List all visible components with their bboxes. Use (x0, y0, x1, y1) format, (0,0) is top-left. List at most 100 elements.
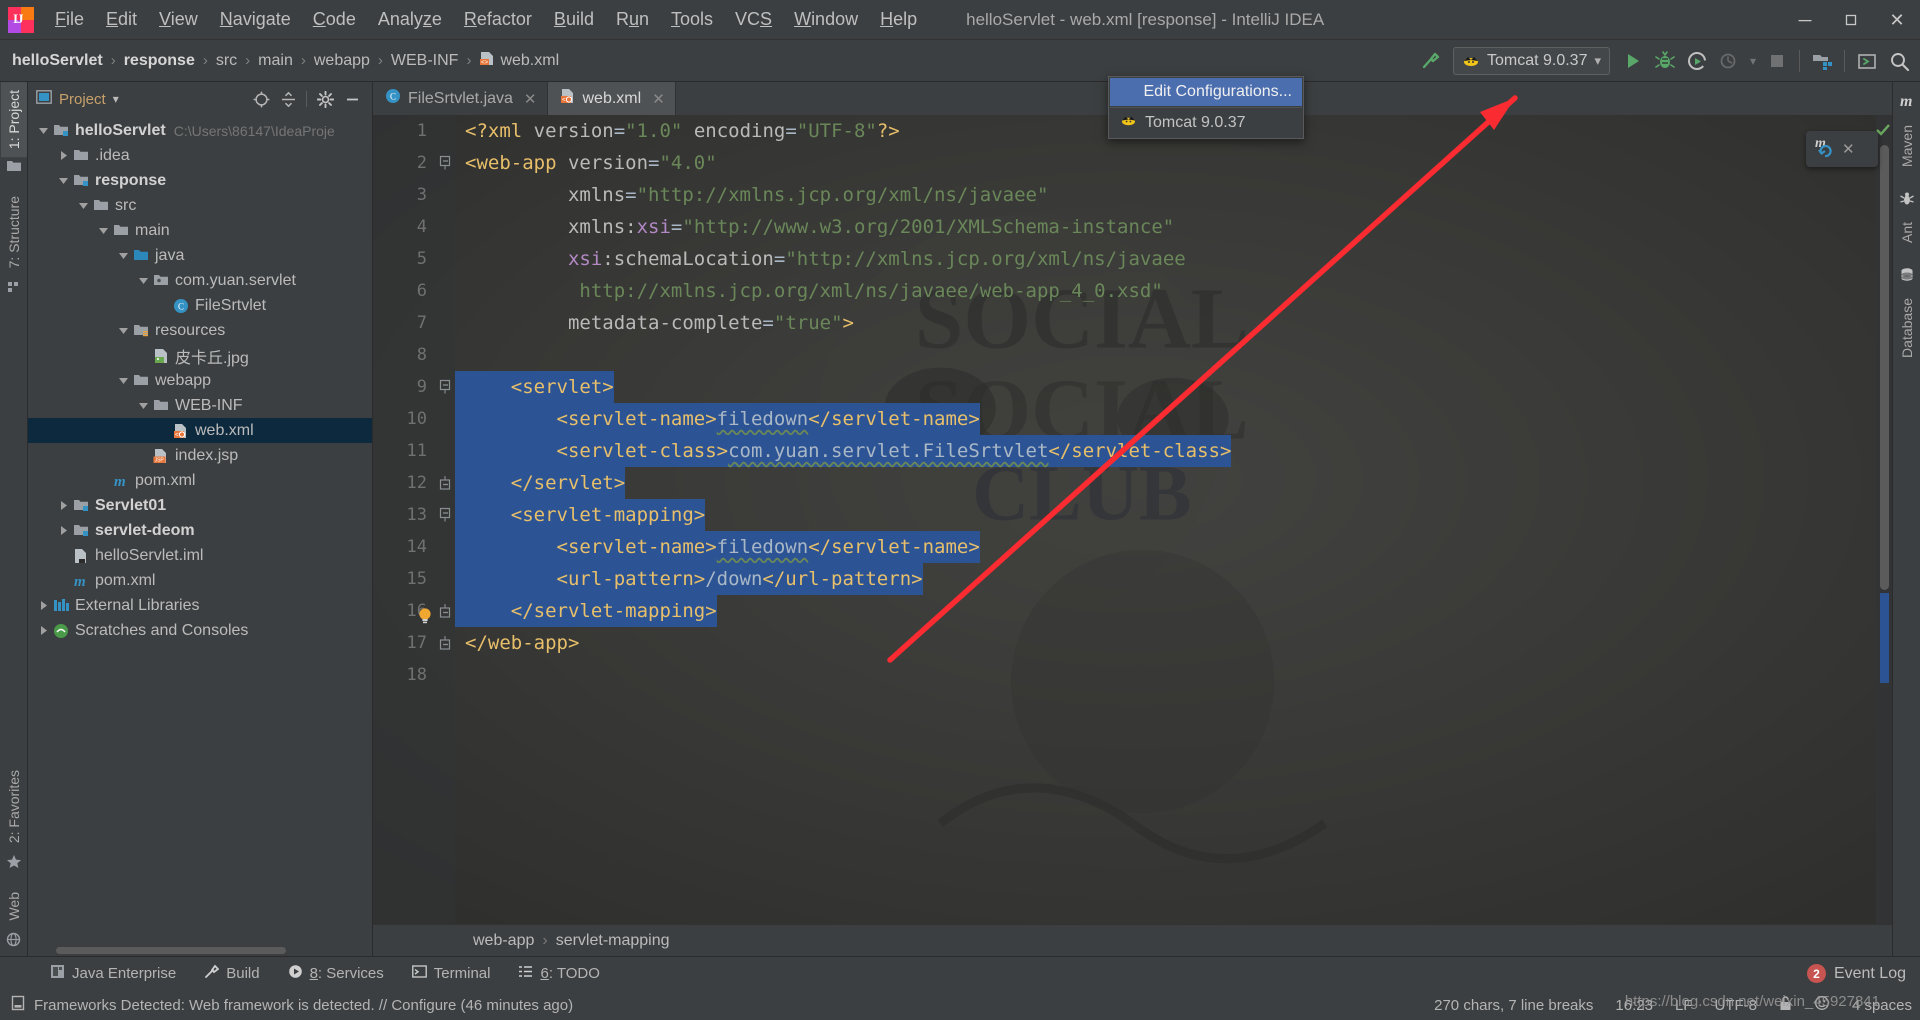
sidebar-item-favorites[interactable]: 2: Favorites (1, 768, 27, 851)
tree-node-pom.xml[interactable]: m pom.xml (28, 568, 372, 593)
code-line[interactable]: 14 <servlet-name>filedown</servlet-name> (373, 531, 1892, 563)
menu-run[interactable]: Run (605, 5, 660, 35)
breadcrumb-item-helloservlet[interactable]: helloServlet (8, 50, 107, 72)
intention-bulb-icon[interactable] (417, 603, 433, 624)
close-icon[interactable]: ✕ (524, 90, 537, 108)
close-button[interactable]: ✕ (1874, 0, 1920, 40)
menu-analyze[interactable]: Analyze (367, 5, 453, 35)
tree-node-java[interactable]: java (28, 243, 372, 268)
run-configuration-selector[interactable]: Tomcat 9.0.37 ▾ (1452, 47, 1610, 75)
tree-node-response[interactable]: response (28, 168, 372, 193)
code-line[interactable]: 3 xmlns="http://xmlns.jcp.org/xml/ns/jav… (373, 179, 1892, 211)
code-line[interactable]: 13 <servlet-mapping> (373, 499, 1892, 531)
chevron-open-icon[interactable] (36, 125, 51, 136)
menu-build[interactable]: Build (543, 5, 605, 35)
maven-reload-toast[interactable]: m ✕ (1806, 131, 1878, 167)
minimize-button[interactable]: ─ (1782, 0, 1828, 40)
project-tree-hscrollbar[interactable] (28, 944, 372, 956)
code-line[interactable]: 11 <servlet-class>com.yuan.servlet.FileS… (373, 435, 1892, 467)
sidebar-item-ant[interactable]: Ant (1894, 214, 1920, 251)
tree-node-com.yuan.servlet[interactable]: com.yuan.servlet (28, 268, 372, 293)
terminal-icon[interactable] (1852, 46, 1882, 76)
tree-node-servlet-deom[interactable]: servlet-deom (28, 518, 372, 543)
debug-icon[interactable] (1650, 46, 1680, 76)
editor-tab-web-xml[interactable]: < web.xml ✕ (547, 82, 676, 115)
project-tree[interactable]: helloServlet C:\Users\86147\IdeaProje .ide… (28, 116, 372, 944)
tree-node-helloservlet[interactable]: helloServlet C:\Users\86147\IdeaProje (28, 118, 372, 143)
run-icon[interactable] (1618, 46, 1648, 76)
tree-node-servlet01[interactable]: Servlet01 (28, 493, 372, 518)
tree-node-web-inf[interactable]: WEB-INF (28, 393, 372, 418)
tree-node-src[interactable]: src (28, 193, 372, 218)
tree-node-web.xml[interactable]: < web.xml (28, 418, 372, 443)
breadcrumb-web-app[interactable]: web-app (473, 932, 534, 950)
chevron-down-icon[interactable]: ▾ (1594, 53, 1601, 69)
tree-node--.jpg[interactable]: 皮卡丘.jpg (28, 343, 372, 368)
menu-window[interactable]: Window (783, 5, 869, 35)
profiler-chevron-icon[interactable]: ▾ (1746, 46, 1760, 76)
breadcrumb-item-webapp[interactable]: webapp (310, 50, 374, 72)
editor-tab-filesrtvlet-java[interactable]: C FileSrtvlet.java ✕ (373, 82, 548, 115)
chevron-down-icon[interactable]: ▾ (113, 92, 119, 106)
inspection-face-icon[interactable] (1814, 995, 1830, 1015)
breadcrumb-item-web-xml[interactable]: <> web.xml (475, 49, 563, 73)
breadcrumb-item-response[interactable]: response (120, 50, 199, 72)
chevron-open-icon[interactable] (116, 250, 131, 261)
event-log-label[interactable]: Event Log (1834, 965, 1906, 983)
code-line[interactable]: 17 </web-app> (373, 627, 1892, 659)
chevron-closed-icon[interactable] (36, 625, 51, 636)
tree-node-scratches-and-consoles[interactable]: Scratches and Consoles (28, 618, 372, 643)
tree-node-.idea[interactable]: .idea (28, 143, 372, 168)
code-line[interactable]: 8 (373, 339, 1892, 371)
code-line[interactable]: 10 <servlet-name>filedown</servlet-name> (373, 403, 1892, 435)
fold-open-icon[interactable] (435, 155, 455, 171)
menu-edit[interactable]: Edit (95, 5, 148, 35)
sidebar-item-maven[interactable]: Maven (1894, 117, 1920, 175)
close-icon[interactable]: ✕ (1842, 140, 1855, 158)
hide-panel-icon[interactable] (340, 87, 364, 111)
sidebar-item-web[interactable]: Web (1, 890, 27, 929)
chevron-open-icon[interactable] (56, 175, 71, 186)
close-icon[interactable]: ✕ (652, 90, 665, 108)
fold-open-icon[interactable] (435, 379, 455, 395)
breadcrumb-item-main[interactable]: main (254, 50, 297, 72)
code-line[interactable]: 12 </servlet> (373, 467, 1892, 499)
editor-scrollbar-thumb[interactable] (1880, 145, 1889, 590)
menu-help[interactable]: Help (869, 5, 928, 35)
run-configuration-dropdown[interactable]: Edit Configurations... Tomcat 9.0.37 (1108, 76, 1304, 139)
tree-node-pom.xml[interactable]: m pom.xml (28, 468, 372, 493)
editor-marker-bar[interactable] (1876, 115, 1892, 924)
run-config-menu-item-tomcat-9-0-37[interactable]: Tomcat 9.0.37 (1110, 109, 1302, 137)
settings-gear-icon[interactable] (313, 87, 337, 111)
unlocked-icon[interactable] (1779, 995, 1792, 1015)
chevron-open-icon[interactable] (76, 200, 91, 211)
sidebar-item-structure[interactable]: 7: Structure (1, 188, 27, 276)
file-encoding[interactable]: UTF-8 (1714, 997, 1757, 1014)
code-line[interactable]: 9 <servlet> (373, 371, 1892, 403)
chevron-closed-icon[interactable] (56, 150, 71, 161)
search-everywhere-icon[interactable] (1884, 46, 1914, 76)
menu-view[interactable]: View (148, 5, 209, 35)
menu-code[interactable]: Code (302, 5, 367, 35)
stop-icon[interactable] (1762, 46, 1792, 76)
run-config-menu-item-edit-configurations-[interactable]: Edit Configurations... (1110, 78, 1302, 106)
collapse-all-icon[interactable] (276, 87, 300, 111)
fold-open-icon[interactable] (435, 507, 455, 523)
run-with-coverage-icon[interactable] (1682, 46, 1712, 76)
code-line[interactable]: 7 metadata-complete="true"> (373, 307, 1892, 339)
tree-node-index.jsp[interactable]: JSP index.jsp (28, 443, 372, 468)
indent-setting[interactable]: 4 spaces (1852, 997, 1912, 1014)
project-panel-title[interactable]: Project ▾ (36, 90, 119, 108)
scroll-from-source-icon[interactable] (249, 87, 273, 111)
tree-node-external-libraries[interactable]: External Libraries (28, 593, 372, 618)
chevron-open-icon[interactable] (116, 375, 131, 386)
toolwindow-6-todo[interactable]: 6: TODO (504, 960, 613, 987)
chevron-open-icon[interactable] (96, 225, 111, 236)
code-line[interactable]: 4 xmlns:xsi="http://www.w3.org/2001/XMLS… (373, 211, 1892, 243)
menu-refactor[interactable]: Refactor (453, 5, 543, 35)
status-message[interactable]: Frameworks Detected: Web framework is de… (34, 997, 573, 1014)
tree-node-filesrtvlet[interactable]: C FileSrtvlet (28, 293, 372, 318)
chevron-open-icon[interactable] (136, 400, 151, 411)
project-structure-icon[interactable] (1807, 46, 1837, 76)
code-line[interactable]: 2 <web-app version="4.0" (373, 147, 1892, 179)
